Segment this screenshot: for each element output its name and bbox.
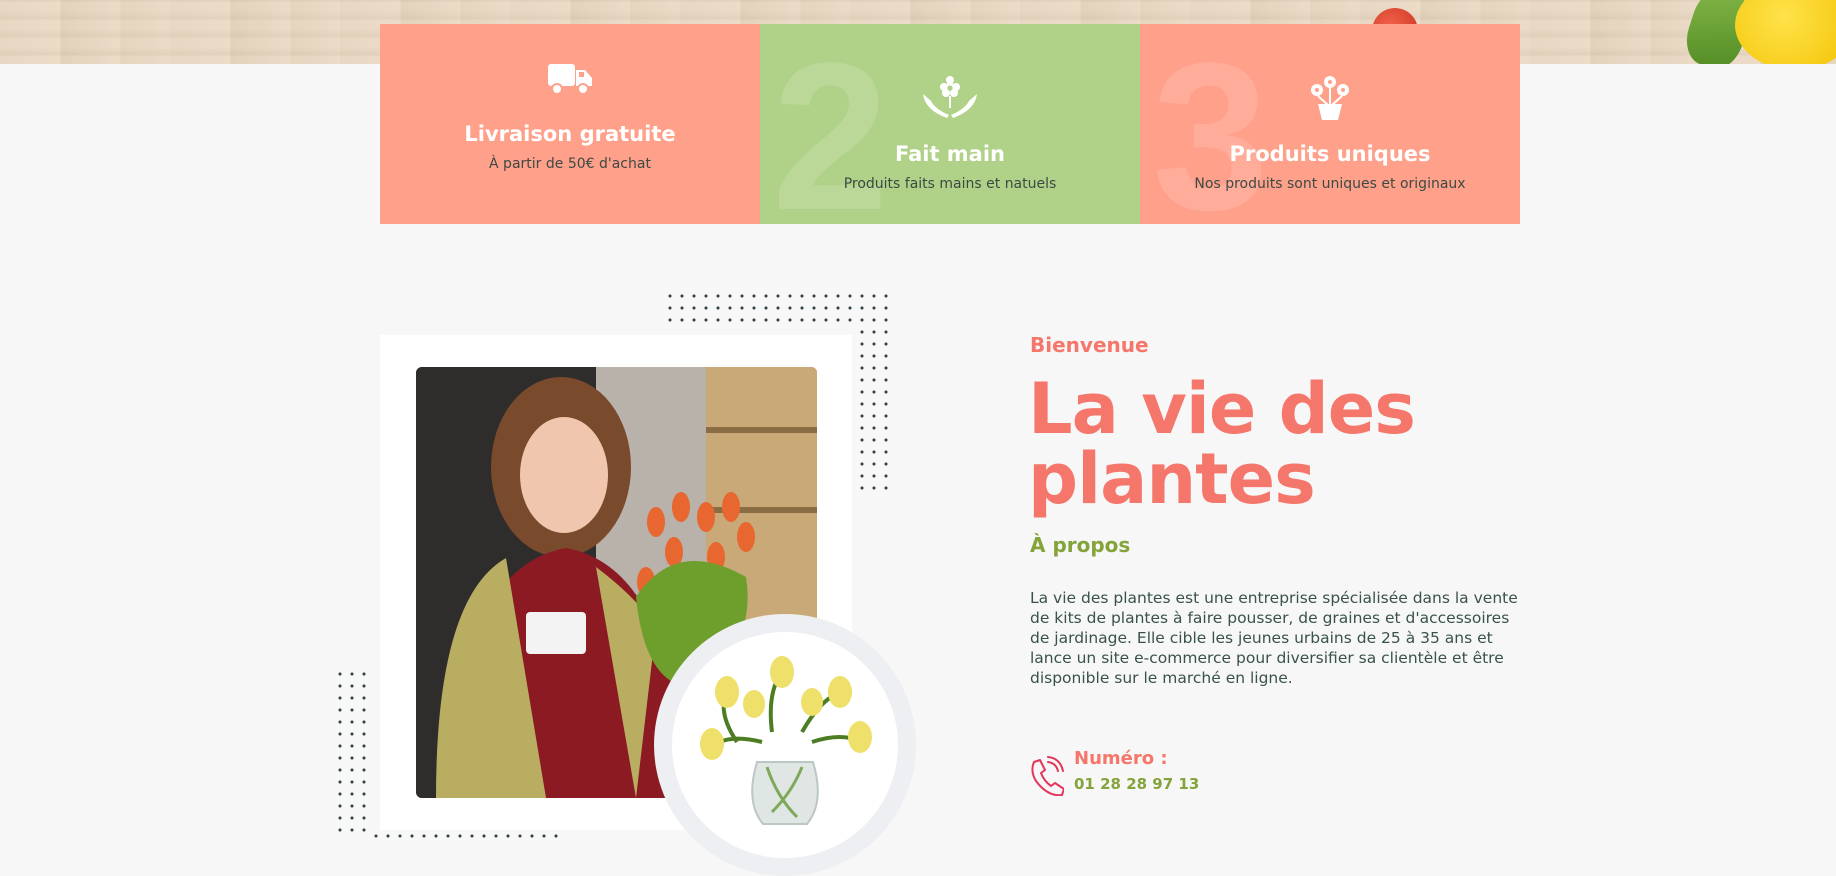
flower-pot-icon bbox=[1306, 74, 1354, 127]
section-kicker: Bienvenue bbox=[1030, 333, 1149, 357]
feature-subtitle: Nos produits sont uniques et originaux bbox=[1194, 176, 1466, 192]
feature-subtitle: Produits faits mains et natuels bbox=[843, 176, 1057, 192]
feature-subtitle: À partir de 50€ d'achat bbox=[489, 156, 651, 172]
feature-card-delivery: Livraison gratuite À partir de 50€ d'ach… bbox=[380, 24, 760, 224]
features-strip: Livraison gratuite À partir de 50€ d'ach… bbox=[380, 24, 1520, 224]
page-title: La vie des plantes bbox=[1028, 368, 1416, 520]
hands-flower-icon bbox=[921, 76, 979, 125]
feature-title: Produits uniques bbox=[1229, 142, 1431, 166]
feature-number: 2 bbox=[772, 24, 889, 225]
yellow-tulips-vase-photo bbox=[672, 632, 898, 858]
feature-number: 3 bbox=[1152, 24, 1269, 225]
dot-pattern-side bbox=[856, 326, 896, 494]
phone-label: Numéro : bbox=[1074, 748, 1168, 769]
feature-card-handmade: 2 Fait main Produits faits mains et natu… bbox=[760, 24, 1140, 224]
feature-title: Livraison gratuite bbox=[464, 122, 676, 146]
section-subheading: À propos bbox=[1030, 533, 1131, 557]
dot-pattern-bottom bbox=[370, 830, 566, 844]
dot-pattern-top bbox=[664, 290, 896, 326]
phone-ringing-icon[interactable] bbox=[1028, 756, 1065, 797]
dot-pattern-left bbox=[334, 668, 374, 838]
phone-number-link[interactable]: 01 28 28 97 13 bbox=[1074, 775, 1199, 793]
about-description: La vie des plantes est une entreprise sp… bbox=[1030, 589, 1518, 687]
feature-title: Fait main bbox=[894, 142, 1006, 166]
truck-icon bbox=[547, 58, 593, 101]
yellow-fruit-decoration bbox=[1735, 0, 1836, 64]
feature-card-unique: 3 Produits uniques Nos produits sont uni… bbox=[1140, 24, 1520, 224]
